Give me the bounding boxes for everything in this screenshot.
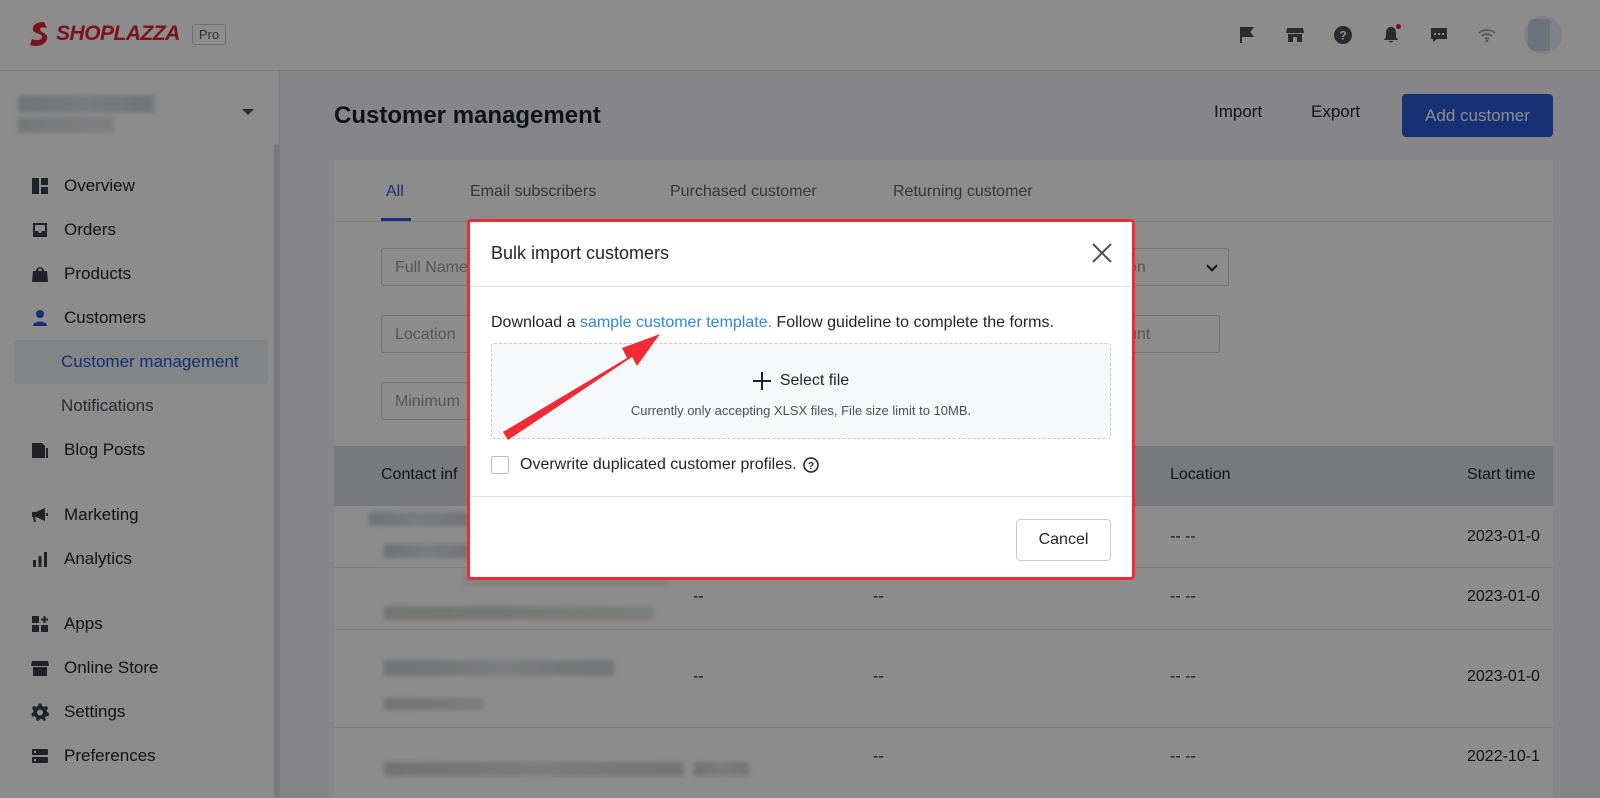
cancel-button[interactable]: Cancel: [1016, 519, 1111, 561]
question-icon[interactable]: ?: [802, 457, 819, 473]
svg-text:?: ?: [808, 461, 814, 472]
plus-icon: [752, 372, 771, 390]
select-file-label: Select file: [779, 372, 850, 389]
close-icon[interactable]: [1090, 241, 1114, 265]
overwrite-label: Overwrite duplicated customer profiles.: [520, 456, 797, 473]
file-limit-hint: Currently only accepting XLSX files, Fil…: [630, 403, 972, 418]
overwrite-option: Overwrite duplicated customer profiles. …: [491, 456, 819, 474]
dialog-title: Bulk import customers: [491, 243, 670, 263]
file-dropzone[interactable]: Select file Currently only accepting XLS…: [491, 343, 1111, 439]
bulk-import-dialog: Bulk import customers Download a sample …: [467, 219, 1135, 580]
dialog-divider: [470, 496, 1132, 497]
dialog-divider: [470, 286, 1132, 287]
template-instructions: Download a sample customer template. Fol…: [491, 314, 1054, 332]
sample-template-link[interactable]: sample customer template.: [580, 314, 772, 331]
overwrite-checkbox[interactable]: [491, 456, 509, 474]
instructions-text: Download a: [491, 314, 580, 331]
select-file-button[interactable]: Select file: [492, 372, 1110, 390]
instructions-text: Follow guideline to complete the forms.: [772, 314, 1054, 331]
